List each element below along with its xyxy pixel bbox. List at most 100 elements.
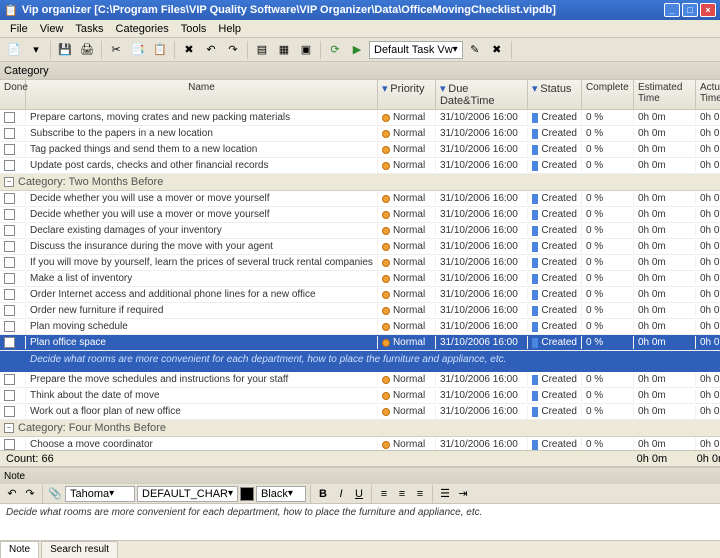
task-row[interactable]: Order new furniture if requiredNormal31/… [0, 303, 720, 319]
note-redo-icon[interactable]: ↷ [22, 486, 38, 502]
task-row[interactable]: Discuss the insurance during the move wi… [0, 239, 720, 255]
done-checkbox[interactable] [4, 225, 15, 236]
minimize-button[interactable]: _ [664, 3, 680, 17]
col-estimated[interactable]: Estimated Time [634, 80, 696, 109]
align-left-icon[interactable]: ≡ [376, 486, 392, 502]
done-checkbox[interactable] [4, 128, 15, 139]
copy-icon[interactable]: 📑 [128, 40, 148, 60]
done-checkbox[interactable] [4, 406, 15, 417]
note-body[interactable]: Decide what rooms are more convenient fo… [0, 504, 720, 540]
menu-help[interactable]: Help [212, 21, 247, 37]
indent-icon[interactable]: ⇥ [455, 486, 471, 502]
done-checkbox[interactable] [4, 209, 15, 220]
filter-icon[interactable]: ▤ [252, 40, 272, 60]
done-checkbox[interactable] [4, 112, 15, 123]
delete-icon[interactable]: ✖ [179, 40, 199, 60]
col-priority[interactable]: ▾ Priority [378, 80, 436, 109]
task-row[interactable]: Update post cards, checks and other fina… [0, 158, 720, 174]
view-dropdown[interactable]: Default Task Vw ▾ [369, 41, 463, 59]
done-checkbox[interactable] [4, 321, 15, 332]
task-priority: Normal [378, 373, 436, 386]
done-checkbox[interactable] [4, 289, 15, 300]
done-checkbox[interactable] [4, 257, 15, 268]
task-description: Decide what rooms are more convenient fo… [0, 351, 720, 372]
dropdown-icon[interactable]: ▾ [26, 40, 46, 60]
italic-icon[interactable]: I [333, 486, 349, 502]
close-view-icon[interactable]: ✖ [487, 40, 507, 60]
note-bold-icon[interactable]: 📎 [47, 486, 63, 502]
task-row[interactable]: Plan moving scheduleNormal31/10/2006 16:… [0, 319, 720, 335]
play-icon[interactable]: ▶ [347, 40, 367, 60]
col-done[interactable]: Done [0, 80, 26, 109]
task-complete: 0 % [582, 256, 634, 269]
done-checkbox[interactable] [4, 144, 15, 155]
undo-icon[interactable]: ↶ [201, 40, 221, 60]
refresh-icon[interactable]: ⟳ [325, 40, 345, 60]
done-checkbox[interactable] [4, 193, 15, 204]
align-center-icon[interactable]: ≡ [394, 486, 410, 502]
task-est: 0h 0m [634, 256, 696, 269]
sort-icon[interactable]: ▦ [274, 40, 294, 60]
maximize-button[interactable]: □ [682, 3, 698, 17]
note-undo-icon[interactable]: ↶ [4, 486, 20, 502]
task-name: Think about the date of move [26, 389, 378, 402]
task-row[interactable]: Tag packed things and send them to a new… [0, 142, 720, 158]
col-due[interactable]: ▾ Due Date&Time [436, 80, 528, 109]
done-checkbox[interactable] [4, 273, 15, 284]
done-checkbox[interactable] [4, 390, 15, 401]
task-row[interactable]: Declare existing damages of your invento… [0, 223, 720, 239]
menu-view[interactable]: View [34, 21, 70, 37]
menu-tasks[interactable]: Tasks [69, 21, 109, 37]
task-row[interactable]: If you will move by yourself, learn the … [0, 255, 720, 271]
task-row[interactable]: Plan office spaceNormal31/10/2006 16:00C… [0, 335, 720, 351]
color-dropdown[interactable]: Black ▾ [256, 486, 306, 502]
col-complete[interactable]: Complete [582, 80, 634, 109]
collapse-icon[interactable]: − [4, 177, 14, 187]
paste-icon[interactable]: 📋 [150, 40, 170, 60]
task-row[interactable]: Decide whether you will use a mover or m… [0, 207, 720, 223]
task-row[interactable]: Prepare the move schedules and instructi… [0, 372, 720, 388]
list-icon[interactable]: ☰ [437, 486, 453, 502]
charset-dropdown[interactable]: DEFAULT_CHAR ▾ [137, 486, 238, 502]
group-icon[interactable]: ▣ [296, 40, 316, 60]
done-checkbox[interactable] [4, 241, 15, 252]
menu-file[interactable]: File [4, 21, 34, 37]
task-status: Created [528, 127, 582, 140]
collapse-icon[interactable]: − [4, 423, 14, 433]
done-checkbox[interactable] [4, 337, 15, 348]
task-row[interactable]: Prepare cartons, moving crates and new p… [0, 110, 720, 126]
group-header[interactable]: −Category: Two Months Before [0, 174, 720, 191]
col-status[interactable]: ▾ Status [528, 80, 582, 109]
tab-note[interactable]: Note [0, 541, 39, 558]
menu-tools[interactable]: Tools [175, 21, 213, 37]
done-checkbox[interactable] [4, 439, 15, 450]
save-icon[interactable]: 💾 [55, 40, 75, 60]
col-name[interactable]: Name [26, 80, 378, 109]
done-checkbox[interactable] [4, 160, 15, 171]
task-row[interactable]: Make a list of inventoryNormal31/10/2006… [0, 271, 720, 287]
align-right-icon[interactable]: ≡ [412, 486, 428, 502]
tool-icon[interactable]: ✎ [465, 40, 485, 60]
close-button[interactable]: × [700, 3, 716, 17]
menu-categories[interactable]: Categories [110, 21, 175, 37]
done-checkbox[interactable] [4, 305, 15, 316]
new-icon[interactable]: 📄 [4, 40, 24, 60]
group-header[interactable]: −Category: Four Months Before [0, 420, 720, 437]
task-row[interactable]: Decide whether you will use a mover or m… [0, 191, 720, 207]
col-actual[interactable]: Actual Time [696, 80, 720, 109]
font-dropdown[interactable]: Tahoma ▾ [65, 486, 135, 502]
underline-icon[interactable]: U [351, 486, 367, 502]
print-icon[interactable]: 🖨 [77, 40, 97, 60]
task-row[interactable]: Choose a move coordinatorNormal31/10/200… [0, 437, 720, 450]
redo-icon[interactable]: ↷ [223, 40, 243, 60]
color-swatch[interactable] [240, 487, 254, 501]
cut-icon[interactable]: ✂ [106, 40, 126, 60]
task-grid[interactable]: Done Name ▾ Priority ▾ Due Date&Time ▾ S… [0, 80, 720, 450]
task-row[interactable]: Order Internet access and additional pho… [0, 287, 720, 303]
bold-icon[interactable]: B [315, 486, 331, 502]
task-row[interactable]: Work out a floor plan of new officeNorma… [0, 404, 720, 420]
task-row[interactable]: Subscribe to the papers in a new locatio… [0, 126, 720, 142]
task-row[interactable]: Think about the date of moveNormal31/10/… [0, 388, 720, 404]
done-checkbox[interactable] [4, 374, 15, 385]
tab-search-result[interactable]: Search result [41, 541, 118, 558]
